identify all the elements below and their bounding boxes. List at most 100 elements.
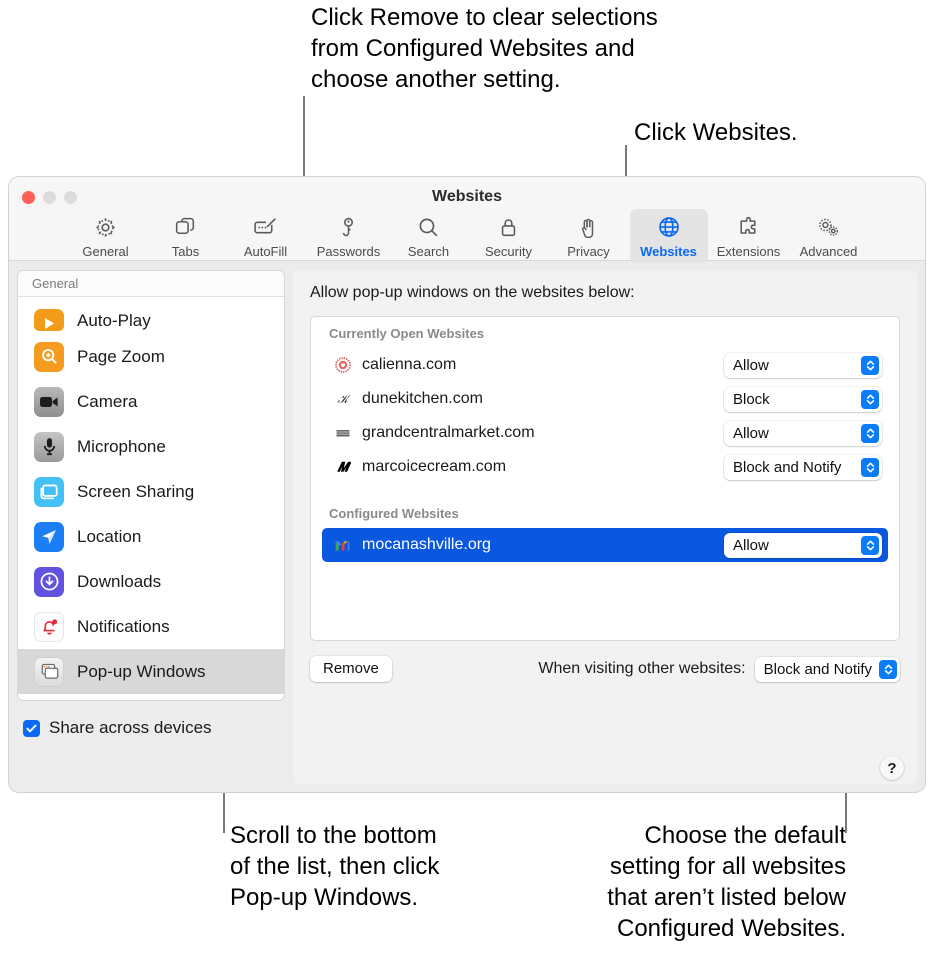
site-setting-label: Block [733,390,770,408]
callout-top-left: Click Remove to clear selections from Co… [311,4,658,93]
tab-privacy[interactable]: Privacy [550,209,628,263]
share-across-devices-label: Share across devices [49,718,212,737]
svg-text:𝒦: 𝒦 [337,392,351,406]
marcoicecream-favicon: 𝑴 [334,459,351,476]
sidebar-item-page-zoom[interactable]: Page Zoom [18,334,284,379]
dunekitchen-favicon: 𝒦 [334,391,351,408]
search-icon [416,214,441,240]
remove-button[interactable]: Remove [310,656,392,682]
table-row[interactable]: 𝑴 marcoicecream.com Block and Notify [322,450,888,484]
tab-advanced-label: Advanced [799,244,858,259]
site-name: marcoicecream.com [362,458,507,475]
puzzle-icon [736,214,761,240]
screen-sharing-icon [34,476,64,507]
tab-tabs[interactable]: Tabs [147,209,225,263]
chevron-updown-icon [861,423,879,443]
settings-sidebar[interactable]: General Auto-Play Page Zoom Camera Micro… [17,270,285,701]
tab-search[interactable]: Search [390,209,468,263]
sidebar-item-location-label: Location [77,526,142,546]
site-setting-label: Allow [733,424,769,442]
window-titlebar: Websites General Tabs AutoFill Passwords… [9,177,925,263]
preferences-body: General Auto-Play Page Zoom Camera Micro… [9,262,925,792]
calienna-favicon [334,357,351,374]
site-name: dunekitchen.com [362,390,483,407]
gear-icon [93,214,118,240]
chevron-updown-icon [861,535,879,555]
tab-extensions[interactable]: Extensions [710,209,788,263]
table-row[interactable]: 𝒦 dunekitchen.com Block [322,382,888,416]
group-header-currently-open: Currently Open Websites [329,326,485,341]
notifications-icon [34,611,64,642]
tab-general[interactable]: General [67,209,145,263]
site-name: grandcentralmarket.com [362,424,535,441]
site-setting-popup[interactable]: Allow [724,532,882,558]
tab-websites[interactable]: Websites [629,209,708,263]
preferences-window: Websites General Tabs AutoFill Passwords… [8,176,926,793]
site-setting-label: Block and Notify [733,458,842,476]
pane-footer: Remove When visiting other websites: Blo… [310,656,900,682]
tab-autofill-label: AutoFill [243,244,288,259]
tab-general-label: General [82,244,129,259]
sidebar-item-microphone-label: Microphone [77,436,166,456]
sidebar-item-notifications[interactable]: Notifications [18,604,284,649]
lock-icon [496,214,521,240]
site-setting-popup[interactable]: Block and Notify [724,454,882,480]
table-row[interactable]: grandcentralmarket.com Allow [322,416,888,450]
window-title: Websites [432,188,502,205]
sidebar-item-camera[interactable]: Camera [18,379,284,424]
autofill-icon [252,214,279,240]
mocanashville-favicon [334,537,351,554]
sidebar-column: General Auto-Play Page Zoom Camera Micro… [17,270,285,784]
site-setting-label: Allow [733,356,769,374]
tab-advanced[interactable]: Advanced [790,209,868,263]
websites-pane: Allow pop-up windows on the websites bel… [293,270,917,784]
default-setting-popup[interactable]: Block and Notify [754,656,900,682]
sidebar-list: Auto-Play Page Zoom Camera Microphone Sc… [18,297,284,694]
default-setting-group: When visiting other websites: Block and … [538,656,900,682]
tab-passwords-label: Passwords [316,244,381,259]
tab-tabs-label: Tabs [171,244,200,259]
tab-security[interactable]: Security [470,209,548,263]
sidebar-item-location[interactable]: Location [18,514,284,559]
sidebar-item-auto-play[interactable]: Auto-Play [18,297,284,334]
share-across-devices-checkbox[interactable] [23,719,40,737]
callout-bottom-right: Choose the default setting for all websi… [607,822,846,942]
auto-play-icon [34,309,64,331]
sidebar-item-screen-sharing[interactable]: Screen Sharing [18,469,284,514]
callout-top-right: Click Websites. [634,119,798,146]
sidebar-item-downloads-label: Downloads [77,571,162,591]
websites-listbox[interactable]: Currently Open Websites calienna.com All… [310,316,900,641]
site-setting-popup[interactable]: Block [724,386,882,412]
sidebar-item-pop-up-windows-label: Pop-up Windows [77,661,206,681]
share-across-devices-row[interactable]: Share across devices [17,718,285,738]
site-setting-popup[interactable]: Allow [724,352,882,378]
chevron-updown-icon [861,355,879,375]
sidebar-item-camera-label: Camera [77,391,138,411]
site-setting-popup[interactable]: Allow [724,420,882,446]
grandcentral-favicon [334,425,351,442]
tab-extensions-label: Extensions [716,244,781,259]
location-icon [34,521,64,552]
default-setting-label: When visiting other websites: [538,660,746,677]
camera-icon [34,386,64,417]
callout-bottom-left: Scroll to the bottom of the list, then c… [230,822,440,911]
pane-title: Allow pop-up windows on the websites bel… [310,284,635,301]
tab-search-label: Search [407,244,450,259]
table-row[interactable]: mocanashville.org Allow [322,528,888,562]
tab-websites-label: Websites [640,244,697,259]
table-row[interactable]: calienna.com Allow [322,348,888,382]
svg-text:𝑴: 𝑴 [336,460,351,475]
sidebar-item-microphone[interactable]: Microphone [18,424,284,469]
tab-autofill[interactable]: AutoFill [227,209,305,263]
site-setting-label: Allow [733,536,769,554]
help-button[interactable]: ? [880,756,904,780]
gears-icon [815,214,842,240]
tabs-icon [173,214,198,240]
group-header-configured: Configured Websites [329,506,459,521]
tab-security-label: Security [485,244,532,259]
sidebar-item-downloads[interactable]: Downloads [18,559,284,604]
tab-passwords[interactable]: Passwords [310,209,388,263]
page-zoom-icon [34,341,64,372]
microphone-icon [34,431,64,462]
sidebar-item-pop-up-windows[interactable]: Pop-up Windows [18,649,284,694]
